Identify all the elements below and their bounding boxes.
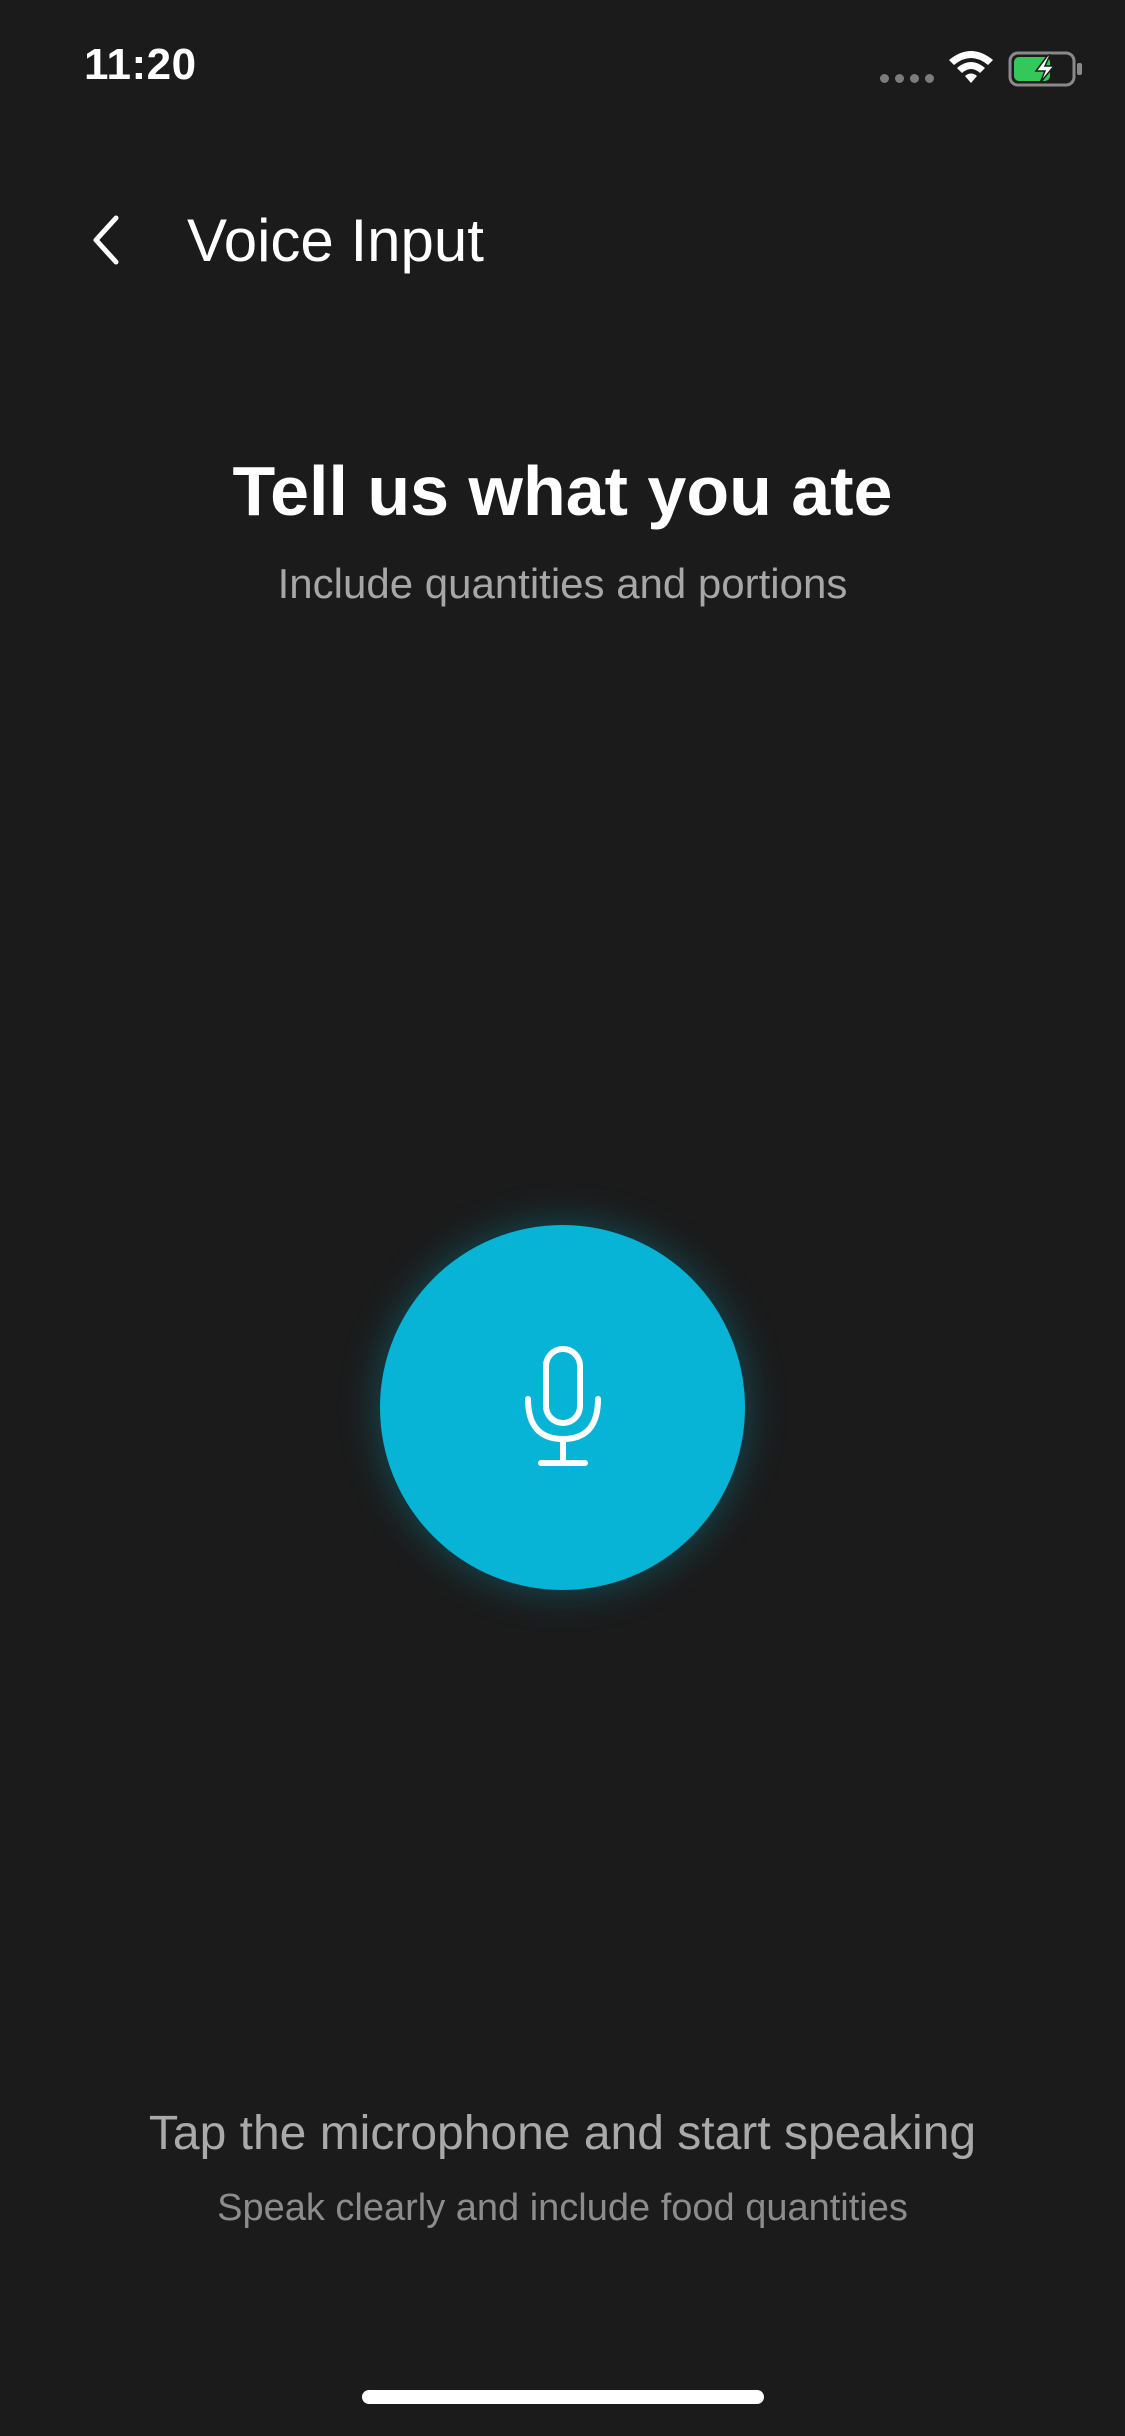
prompt-title: Tell us what you ate (232, 452, 893, 530)
chevron-left-icon (93, 215, 119, 265)
status-time: 11:20 (84, 40, 197, 89)
wifi-icon (949, 51, 993, 83)
back-button[interactable] (76, 210, 136, 270)
status-bar: 11:20 (0, 0, 1125, 140)
instruction-primary: Tap the microphone and start speaking (148, 2107, 977, 2160)
prompt: Tell us what you ate Include quantities … (0, 446, 1125, 610)
header: Voice Input (0, 200, 1125, 280)
page-title: Voice Input (187, 207, 484, 274)
instruction-secondary: Speak clearly and include food quantitie… (217, 2187, 908, 2229)
microphone-icon (524, 1345, 601, 1466)
instructions: Tap the microphone and start speaking Sp… (0, 2104, 1125, 2232)
microphone-button[interactable] (380, 1225, 745, 1590)
home-indicator[interactable] (362, 2390, 764, 2404)
prompt-subtitle: Include quantities and portions (277, 560, 848, 607)
cellular-signal-icon (880, 74, 934, 83)
battery-charging-icon (1008, 51, 1082, 87)
